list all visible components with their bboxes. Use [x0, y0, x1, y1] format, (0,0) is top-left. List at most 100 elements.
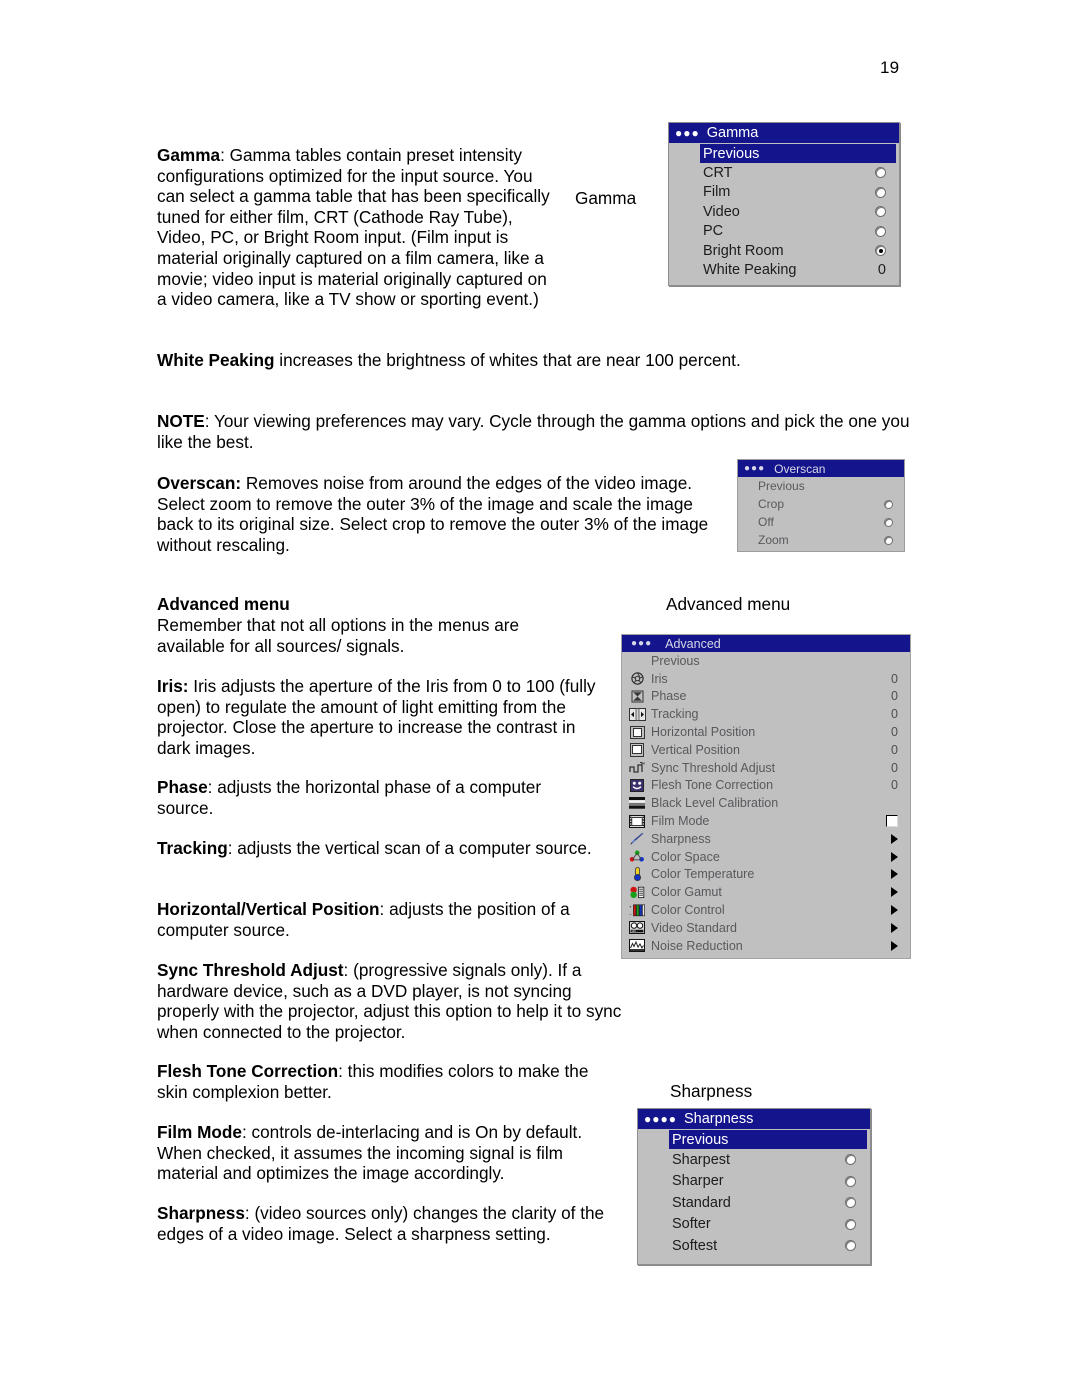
sharpness-menu-title: Sharpness [684, 1111, 754, 1127]
callout-sharpness: Sharpness [670, 1081, 753, 1101]
radio-icon[interactable] [875, 206, 886, 218]
phase-icon [628, 689, 646, 703]
advanced-menu-item-video-standard[interactable]: 123 Video Standard [624, 919, 908, 937]
menu-item-label: Sharpness [651, 831, 711, 846]
radio-icon[interactable] [875, 186, 886, 198]
radio-icon[interactable] [845, 1240, 856, 1252]
advanced-menu-item-sharpness[interactable]: Sharpness [624, 830, 908, 848]
chevron-right-icon[interactable] [891, 887, 898, 898]
advanced-osd-menu[interactable]: ●●● Advanced Previous Iris 0 Phase 0 Tra… [621, 634, 911, 959]
checkbox-icon[interactable] [886, 815, 898, 828]
menu-item-label: Color Space [651, 849, 720, 864]
menu-level-dots-icon: ●●● [675, 126, 700, 140]
paragraph-gamma: Gamma: Gamma tables contain preset inten… [157, 145, 557, 310]
radio-icon[interactable] [845, 1154, 856, 1166]
paragraph-flesh-tone: Flesh Tone Correction: this modifies col… [157, 1061, 597, 1102]
chevron-right-icon[interactable] [891, 851, 898, 862]
term-gamma: Gamma [157, 145, 221, 165]
sharpness-icon [628, 832, 646, 846]
overscan-menu-item-previous[interactable]: Previous [740, 477, 902, 495]
radio-icon[interactable] [845, 1218, 856, 1230]
sharpness-menu-item-sharper[interactable]: Sharper [641, 1171, 867, 1193]
page-number: 19 [880, 58, 900, 77]
advanced-menu-title: Advanced [665, 636, 721, 651]
overscan-menu-item-zoom[interactable]: Zoom [740, 531, 902, 549]
gamma-menu-item-bright-room[interactable]: Bright Room [672, 241, 896, 261]
menu-item-label: Video Standard [651, 920, 737, 935]
advanced-menu-item-color-space[interactable]: Color Space [624, 848, 908, 866]
radio-icon[interactable] [845, 1197, 856, 1209]
overscan-menu-item-crop[interactable]: Crop [740, 495, 902, 513]
paragraph-note: NOTE: Your viewing preferences may vary.… [157, 411, 917, 452]
sharpness-menu-item-softest[interactable]: Softest [641, 1235, 867, 1257]
paragraph-film-mode: Film Mode: controls de-interlacing and i… [157, 1122, 607, 1184]
sharpness-menu-item-standard[interactable]: Standard [641, 1192, 867, 1214]
advanced-menu-item-film-mode[interactable]: Film Mode [624, 812, 908, 830]
paragraph-iris: Iris: Iris adjusts the aperture of the I… [157, 676, 607, 758]
advanced-menu-item-vertical-position[interactable]: Vertical Position 0 [624, 741, 908, 759]
menu-item-value: 0 [891, 778, 898, 793]
advanced-menu-item-color-control[interactable]: + − Color Control [624, 901, 908, 919]
overscan-menu-item-off[interactable]: Off [740, 513, 902, 531]
paragraph-white-peaking: White Peaking increases the brightness o… [157, 350, 947, 371]
video-standard-icon: 123 [628, 921, 646, 935]
callout-gamma: Gamma [575, 188, 637, 208]
advanced-menu-item-black-level-calibration[interactable]: Black Level Calibration [624, 794, 908, 812]
menu-item-value: 0 [891, 725, 898, 740]
gamma-menu-item-white-peaking[interactable]: White Peaking 0 [672, 261, 896, 281]
gamma-menu-item-video[interactable]: Video [672, 202, 896, 222]
advanced-menu-item-tracking[interactable]: Tracking 0 [624, 705, 908, 723]
menu-item-value: 0 [891, 742, 898, 757]
menu-item-label: Vertical Position [651, 742, 740, 757]
radio-icon[interactable] [875, 225, 886, 237]
radio-icon[interactable] [884, 535, 893, 545]
overscan-osd-menu[interactable]: ●●● Overscan Previous Crop Off Zoom [737, 459, 905, 552]
advanced-menu-item-phase[interactable]: Phase 0 [624, 688, 908, 706]
radio-icon[interactable] [884, 499, 893, 509]
menu-item-label: Sync Threshold Adjust [651, 760, 776, 775]
term-film-mode: Film Mode [157, 1122, 242, 1142]
menu-item-label: Color Gamut [651, 885, 722, 900]
chevron-right-icon[interactable] [891, 922, 898, 933]
menu-item-label: Previous [651, 653, 700, 668]
menu-item-label: CRT [703, 164, 733, 181]
advanced-menu-item-iris[interactable]: Iris 0 [624, 670, 908, 688]
sharpness-menu-item-sharpest[interactable]: Sharpest [641, 1149, 867, 1171]
radio-icon[interactable] [845, 1175, 856, 1187]
advanced-menu-item-color-gamut[interactable]: Color Gamut [624, 883, 908, 901]
advanced-menu-item-horizontal-position[interactable]: Horizontal Position 0 [624, 723, 908, 741]
gamma-menu-title: Gamma [706, 125, 759, 141]
advanced-menu-item-noise-reduction[interactable]: Noise Reduction [624, 937, 908, 955]
color-temperature-icon [628, 867, 646, 882]
iris-icon [628, 672, 646, 686]
gamma-menu-item-previous[interactable]: Previous [700, 144, 896, 163]
menu-item-label: Bright Room [703, 242, 784, 259]
chevron-right-icon[interactable] [891, 833, 898, 844]
gamma-menu-item-film[interactable]: Film [672, 183, 896, 203]
advanced-menu-item-sync-threshold-adjust[interactable]: Sync Threshold Adjust 0 [624, 759, 908, 777]
menu-item-value: 0 [891, 760, 898, 775]
menu-level-dots-icon: ●●● [744, 463, 766, 474]
document-page: 19 Gamma: Gamma tables contain preset in… [0, 0, 1080, 1397]
menu-item-label: Tracking [651, 707, 699, 722]
sharpness-menu-item-previous[interactable]: Previous [669, 1130, 867, 1149]
svg-text:−: − [629, 912, 632, 917]
black-level-icon [628, 796, 646, 810]
chevron-right-icon[interactable] [891, 905, 898, 916]
radio-icon[interactable] [875, 167, 886, 179]
film-mode-icon [628, 814, 646, 828]
advanced-menu-item-color-temperature[interactable]: Color Temperature [624, 866, 908, 884]
chevron-right-icon[interactable] [891, 869, 898, 880]
radio-selected-icon[interactable] [875, 245, 886, 257]
gamma-menu-item-pc[interactable]: PC [672, 222, 896, 242]
sharpness-osd-menu[interactable]: ●●●● Sharpness Previous Sharpest Sharper… [637, 1108, 871, 1265]
gamma-osd-menu[interactable]: ●●● Gamma Previous CRT Film Video PC Bri… [668, 122, 900, 286]
radio-icon[interactable] [884, 517, 893, 527]
gamma-menu-item-crt[interactable]: CRT [672, 163, 896, 183]
advanced-menu-item-previous[interactable]: Previous [624, 652, 908, 670]
sharpness-menu-item-softer[interactable]: Softer [641, 1214, 867, 1236]
advanced-menu-item-flesh-tone-correction[interactable]: Flesh Tone Correction 0 [624, 777, 908, 795]
term-flesh-tone: Flesh Tone Correction [157, 1061, 339, 1081]
menu-item-label: Film Mode [651, 814, 710, 829]
chevron-right-icon[interactable] [891, 940, 898, 951]
